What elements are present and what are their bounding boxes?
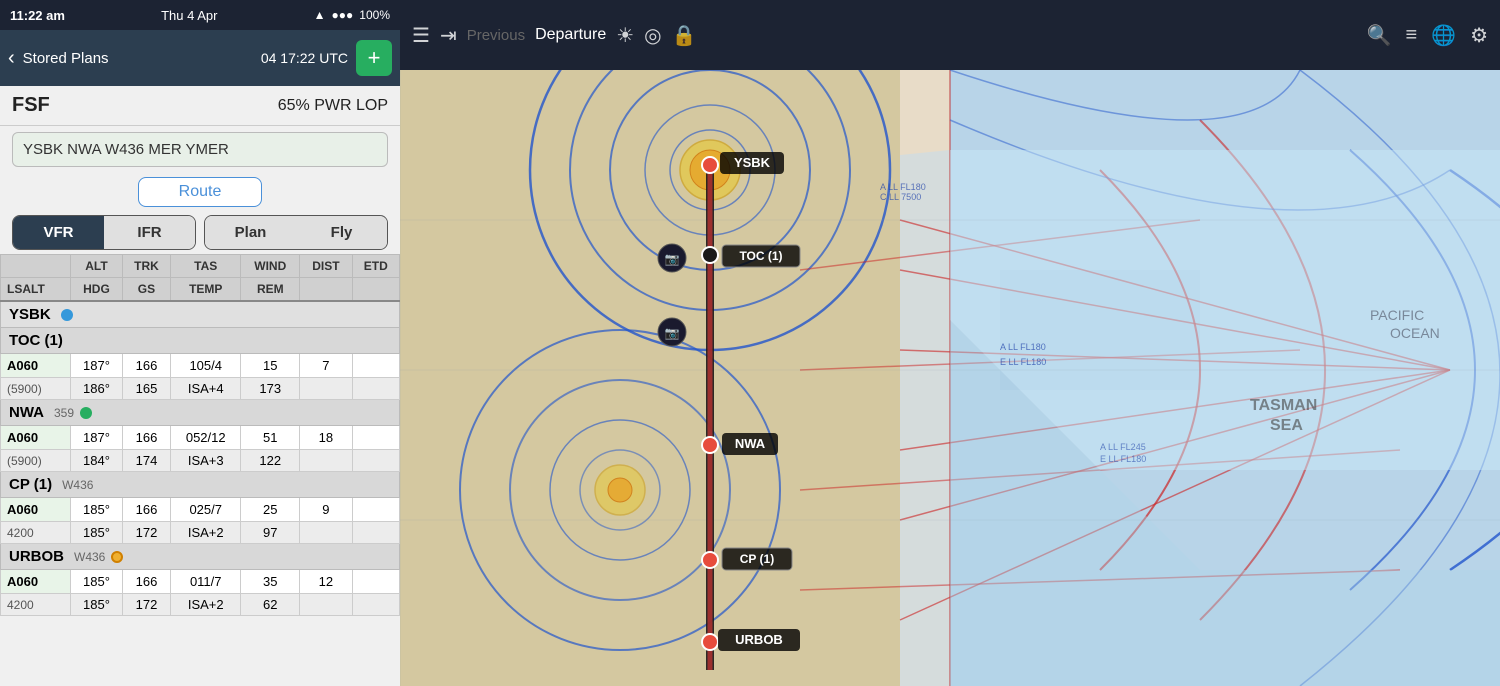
stored-plans-title: Stored Plans <box>23 50 253 67</box>
svg-text:TASMAN: TASMAN <box>1250 397 1317 414</box>
table-row[interactable]: TOC (1) <box>1 328 400 354</box>
nav-bar: ‹ Stored Plans 04 17:22 UTC + <box>0 30 400 86</box>
col-waypoint <box>1 255 71 278</box>
col-empty2 <box>352 278 400 302</box>
lock-icon[interactable]: 🔒 <box>672 23 697 48</box>
col-gs: GS <box>122 278 170 302</box>
vfr-button[interactable]: VFR <box>13 216 104 249</box>
plan-button[interactable]: Plan <box>205 216 296 249</box>
table-header-row-2: LSALT HDG GS TEMP REM <box>1 278 400 302</box>
previous-label[interactable]: Previous <box>467 27 525 44</box>
svg-text:PACIFIC: PACIFIC <box>1370 307 1424 323</box>
table-row: A060 185° 166 025/7 25 9 <box>1 498 400 522</box>
plan-id: FSF <box>12 94 50 117</box>
route-display[interactable]: YSBK NWA W436 MER YMER <box>12 132 388 167</box>
plan-fly-toggle: Plan Fly <box>204 215 388 250</box>
fsf-header: FSF 65% PWR LOP <box>0 86 400 126</box>
wifi-icon: ▲ <box>314 8 326 22</box>
svg-text:OCEAN: OCEAN <box>1390 325 1440 341</box>
flight-table: ALT TRK TAS WIND DIST ETD LSALT HDG GS T… <box>0 254 400 686</box>
battery-icon: 100% <box>359 8 390 22</box>
top-nav: ☰ ⇥ Previous Departure ☀ ◎ 🔒 🔍 ≡ 🌐 ⚙ <box>400 0 1500 70</box>
svg-text:SEA: SEA <box>1270 417 1303 434</box>
table-row: 4200 185° 172 ISA+2 62 <box>1 594 400 616</box>
add-plan-button[interactable]: + <box>356 40 392 76</box>
svg-text:URBOB: URBOB <box>735 632 783 647</box>
table-row: (5900) 184° 174 ISA+3 122 <box>1 450 400 472</box>
svg-text:📷: 📷 <box>665 252 680 266</box>
col-rem: REM <box>241 278 300 302</box>
utc-time: 04 17:22 UTC <box>261 50 348 66</box>
table-row[interactable]: YSBK <box>1 301 400 328</box>
target-icon[interactable]: ◎ <box>644 23 661 48</box>
aeronautical-map: 📷 📷 YSBK TOC (1) NWA CP (1) URBOB TASMAN… <box>400 70 1500 686</box>
table-row[interactable]: NWA359 <box>1 400 400 426</box>
table-row[interactable]: URBOBW436 <box>1 544 400 570</box>
col-wind: WIND <box>241 255 300 278</box>
ifr-button[interactable]: IFR <box>104 216 195 249</box>
table-row[interactable]: CP (1)W436 <box>1 472 400 498</box>
col-empty1 <box>300 278 352 302</box>
route-button[interactable]: Route <box>138 177 263 207</box>
svg-text:YSBK: YSBK <box>734 155 771 170</box>
table-row: A060 187° 166 052/12 51 18 <box>1 426 400 450</box>
route-input-row: YSBK NWA W436 MER YMER <box>0 126 400 173</box>
col-etd: ETD <box>352 255 400 278</box>
col-alt: ALT <box>71 255 123 278</box>
waypoints-table: ALT TRK TAS WIND DIST ETD LSALT HDG GS T… <box>0 254 400 616</box>
col-trk: TRK <box>122 255 170 278</box>
vfr-ifr-toggle: VFR IFR <box>12 215 196 250</box>
signal-icon: ●●● <box>332 8 354 22</box>
fly-button[interactable]: Fly <box>296 216 387 249</box>
svg-text:E LL FL180: E LL FL180 <box>1100 454 1146 464</box>
svg-text:E LL FL180: E LL FL180 <box>1000 357 1046 367</box>
layers-icon[interactable]: ≡ <box>1405 24 1417 47</box>
back-button[interactable]: ‹ <box>8 47 15 70</box>
svg-text:A LL FL245: A LL FL245 <box>1100 442 1146 452</box>
power-setting: 65% PWR LOP <box>278 97 388 115</box>
left-panel: 11:22 am Thu 4 Apr ▲ ●●● 100% ‹ Stored P… <box>0 0 400 686</box>
toggle-row: VFR IFR Plan Fly <box>0 211 400 254</box>
table-row: (5900) 186° 165 ISA+4 173 <box>1 378 400 400</box>
arrow-icon[interactable]: ⇥ <box>440 23 457 48</box>
svg-text:C LL 7500: C LL 7500 <box>880 192 921 202</box>
status-bar: 11:22 am Thu 4 Apr ▲ ●●● 100% <box>0 0 400 30</box>
col-hdg: HDG <box>71 278 123 302</box>
table-header-row: ALT TRK TAS WIND DIST ETD <box>1 255 400 278</box>
globe-icon[interactable]: 🌐 <box>1431 23 1456 48</box>
status-date: Thu 4 Apr <box>161 8 217 23</box>
col-lsalt: LSALT <box>1 278 71 302</box>
menu-icon[interactable]: ☰ <box>412 23 430 48</box>
table-row: 4200 185° 172 ISA+2 97 <box>1 522 400 544</box>
sun-icon[interactable]: ☀ <box>616 23 634 48</box>
col-temp: TEMP <box>171 278 241 302</box>
svg-text:A LL FL180: A LL FL180 <box>1000 342 1046 352</box>
route-btn-row: Route <box>0 173 400 211</box>
departure-label: Departure <box>535 26 606 44</box>
svg-text:A LL FL180: A LL FL180 <box>880 182 926 192</box>
nav-right-icons: 🔍 ≡ 🌐 ⚙ <box>1367 23 1488 48</box>
settings-icon[interactable]: ⚙ <box>1470 23 1488 48</box>
col-tas: TAS <box>171 255 241 278</box>
status-icons: ▲ ●●● 100% <box>314 8 390 22</box>
table-row: A060 185° 166 011/7 35 12 <box>1 570 400 594</box>
svg-text:TOC (1): TOC (1) <box>739 249 782 263</box>
svg-text:CP (1): CP (1) <box>740 552 774 566</box>
map-container[interactable]: 📷 📷 YSBK TOC (1) NWA CP (1) URBOB TASMAN… <box>400 70 1500 686</box>
svg-text:📷: 📷 <box>665 326 680 340</box>
table-row: A060 187° 166 105/4 15 7 <box>1 354 400 378</box>
svg-text:NWA: NWA <box>735 436 766 451</box>
col-dist: DIST <box>300 255 352 278</box>
status-time: 11:22 am <box>10 8 65 23</box>
search-icon[interactable]: 🔍 <box>1367 23 1392 48</box>
